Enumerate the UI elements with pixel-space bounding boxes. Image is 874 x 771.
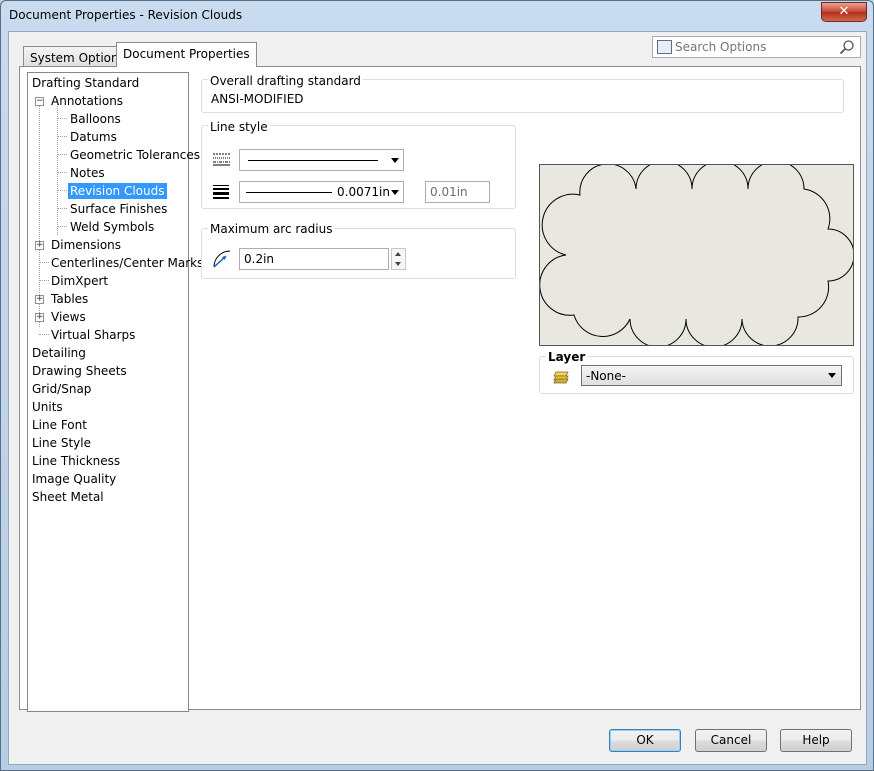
- expand-icon[interactable]: +: [35, 313, 44, 322]
- tree-item-dimxpert[interactable]: DimXpert: [51, 273, 108, 289]
- tree-item-drawing-sheets[interactable]: Drawing Sheets: [32, 363, 127, 379]
- line-style-label: Line style: [208, 120, 270, 134]
- close-button[interactable]: ✕: [821, 2, 867, 22]
- arc-radius-spinner[interactable]: [391, 248, 406, 270]
- line-thickness-icon: [213, 185, 229, 199]
- options-tree[interactable]: Drafting Standard − Annotations Balloons…: [27, 72, 203, 712]
- tree-item-weld-symbols[interactable]: Weld Symbols: [70, 219, 154, 235]
- tree-connector: [39, 280, 49, 281]
- tree-item-sheet-metal[interactable]: Sheet Metal: [32, 489, 104, 505]
- chevron-down-icon: [391, 158, 399, 163]
- overall-drafting-standard-label: Overall drafting standard: [208, 74, 363, 88]
- overall-drafting-standard-value: ANSI-MODIFIED: [211, 92, 304, 106]
- tree-connector: [39, 262, 49, 263]
- tree-item-centerlines[interactable]: Centerlines/Center Marks: [51, 255, 203, 271]
- tree-item-line-font[interactable]: Line Font: [32, 417, 87, 433]
- line-font-icon: [213, 153, 230, 166]
- tree-connector: [57, 172, 67, 173]
- tree-connector: [39, 99, 40, 327]
- dialog-client: System Options Document Properties Draft…: [8, 31, 867, 765]
- search-input[interactable]: [675, 39, 835, 55]
- spin-up-icon[interactable]: [395, 252, 401, 256]
- layer-label: Layer: [546, 350, 588, 364]
- tree-item-drafting-standard[interactable]: Drafting Standard: [32, 75, 139, 91]
- layer-icon: [553, 371, 569, 384]
- line-thickness-dropdown[interactable]: 0.0071in: [239, 181, 404, 203]
- arc-radius-input[interactable]: 0.2in: [239, 248, 389, 270]
- title-bar[interactable]: Document Properties - Revision Clouds ✕: [1, 1, 873, 31]
- revision-cloud-preview: [539, 160, 855, 348]
- tree-item-geometric-tolerances[interactable]: Geometric Tolerances: [70, 147, 200, 163]
- tree-connector: [39, 334, 49, 335]
- search-box[interactable]: [652, 36, 861, 58]
- collapse-icon[interactable]: −: [35, 97, 44, 106]
- chevron-down-icon: [828, 373, 836, 378]
- tree-connector: [57, 190, 67, 191]
- arc-radius-icon: [213, 250, 231, 268]
- custom-thickness-field[interactable]: 0.01in: [425, 181, 490, 203]
- max-arc-radius-label: Maximum arc radius: [208, 222, 335, 236]
- search-options-icon: [657, 40, 672, 54]
- tree-item-views[interactable]: Views: [51, 309, 86, 325]
- tree-connector: [57, 226, 67, 227]
- tree-connector: [57, 118, 67, 119]
- tree-item-revision-clouds[interactable]: Revision Clouds: [68, 183, 167, 199]
- dialog-window: Document Properties - Revision Clouds ✕ …: [0, 0, 874, 771]
- layer-value: -None-: [586, 369, 626, 383]
- tree-item-annotations[interactable]: Annotations: [51, 93, 123, 109]
- line-font-sample: [248, 160, 378, 161]
- line-thickness-sample: [246, 192, 332, 193]
- cancel-button[interactable]: Cancel: [695, 729, 767, 752]
- tree-item-balloons[interactable]: Balloons: [70, 111, 121, 127]
- spin-down-icon[interactable]: [395, 262, 401, 266]
- line-font-dropdown[interactable]: [239, 149, 404, 171]
- tree-item-line-style[interactable]: Line Style: [32, 435, 91, 451]
- tree-connector: [57, 99, 58, 235]
- layer-dropdown[interactable]: -None-: [581, 365, 842, 386]
- tree-item-notes[interactable]: Notes: [70, 165, 105, 181]
- tree-item-line-thickness[interactable]: Line Thickness: [32, 453, 120, 469]
- tree-connector: [57, 208, 67, 209]
- ok-button[interactable]: OK: [609, 729, 681, 752]
- help-button[interactable]: Help: [780, 729, 852, 752]
- expand-icon[interactable]: +: [35, 241, 44, 250]
- tree-item-units[interactable]: Units: [32, 399, 63, 415]
- chevron-down-icon: [391, 190, 399, 195]
- expand-icon[interactable]: +: [35, 295, 44, 304]
- tree-item-image-quality[interactable]: Image Quality: [32, 471, 116, 487]
- tree-item-virtual-sharps[interactable]: Virtual Sharps: [51, 327, 135, 343]
- magnifier-icon[interactable]: [839, 39, 855, 55]
- tree-item-detailing[interactable]: Detailing: [32, 345, 86, 361]
- line-thickness-value: 0.0071in: [337, 185, 390, 199]
- window-title: Document Properties - Revision Clouds: [9, 8, 243, 22]
- tree-item-surface-finishes[interactable]: Surface Finishes: [70, 201, 167, 217]
- document-properties-pane: Drafting Standard − Annotations Balloons…: [19, 66, 861, 712]
- tree-item-dimensions[interactable]: Dimensions: [51, 237, 121, 253]
- tab-document-properties[interactable]: Document Properties: [116, 42, 257, 67]
- revision-cloud-shape: [539, 160, 855, 348]
- tree-connector: [57, 154, 67, 155]
- tree-item-tables[interactable]: Tables: [51, 291, 88, 307]
- tree-item-grid-snap[interactable]: Grid/Snap: [32, 381, 91, 397]
- tree-connector: [57, 136, 67, 137]
- tree-item-datums[interactable]: Datums: [70, 129, 117, 145]
